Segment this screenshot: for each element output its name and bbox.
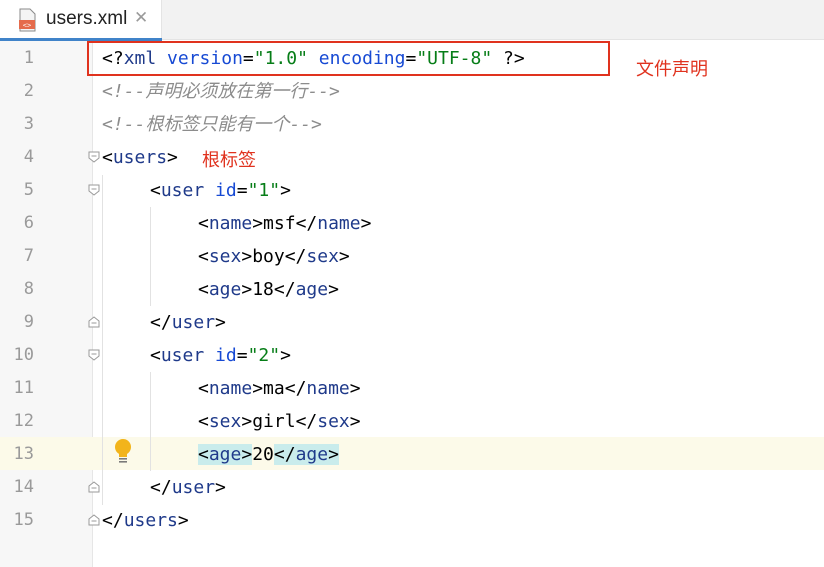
- tag-bracket: <: [150, 180, 161, 201]
- editor-tab-bar: <> users.xml ✕: [0, 0, 824, 41]
- tag-bracket: <: [102, 147, 113, 168]
- code-line-8[interactable]: <age>18</age>: [198, 273, 339, 306]
- root-tag-annotation: 根标签: [202, 150, 256, 171]
- tag-name: user: [171, 477, 216, 498]
- tag-name: name: [306, 378, 350, 399]
- line-number: 5: [23, 180, 34, 200]
- code-line-6[interactable]: <name>msf</name>: [198, 207, 371, 240]
- code-line-15[interactable]: </users>: [102, 504, 189, 537]
- tag-bracket: >: [280, 345, 291, 366]
- tag-name: age: [295, 444, 329, 465]
- close-icon[interactable]: ✕: [134, 8, 148, 28]
- tag-name: user: [160, 180, 205, 201]
- attr-value: "2": [247, 345, 281, 366]
- equals: =: [236, 345, 248, 366]
- code-line-11[interactable]: <name>ma</name>: [198, 372, 361, 405]
- line-number: 4: [23, 147, 34, 167]
- tag-name: user: [160, 345, 205, 366]
- attr-name: id: [215, 345, 237, 366]
- tag-name: sex: [208, 246, 242, 267]
- tag-bracket: </: [150, 312, 172, 333]
- tag-bracket: <: [150, 345, 161, 366]
- line-number: 11: [13, 378, 34, 398]
- tag-name: sex: [306, 246, 339, 267]
- lightbulb-icon[interactable]: [114, 438, 132, 464]
- svg-text:<>: <>: [23, 22, 31, 30]
- tab-users-xml[interactable]: <> users.xml ✕: [0, 0, 162, 41]
- tag-name: name: [208, 213, 253, 234]
- code-line-10[interactable]: <user id="2">: [150, 339, 291, 372]
- line-number: 1: [23, 48, 34, 68]
- line-number: 10: [13, 345, 34, 365]
- line-number: 6: [23, 213, 34, 233]
- code-line-7[interactable]: <sex>boy</sex>: [198, 240, 350, 273]
- code-line-12[interactable]: <sex>girl</sex>: [198, 405, 361, 438]
- declaration-highlight-box: [87, 41, 610, 76]
- tag-name: sex: [208, 411, 242, 432]
- code-line-9[interactable]: </user>: [150, 306, 226, 339]
- code-line-3[interactable]: <!--根标签只能有一个-->: [102, 108, 322, 141]
- tag-bracket: >: [280, 180, 291, 201]
- tag-name: age: [208, 444, 242, 465]
- indent-guide: [150, 372, 151, 471]
- tag-name: sex: [317, 411, 350, 432]
- tag-bracket: </: [150, 477, 172, 498]
- indent-guide: [102, 175, 103, 505]
- fold-collapse-icon[interactable]: [88, 349, 100, 361]
- code-line-13[interactable]: <age>20</age>: [198, 438, 339, 471]
- tag-name: users: [112, 147, 168, 168]
- code-line-2[interactable]: <!--声明必须放在第一行-->: [102, 75, 340, 108]
- code-line-5[interactable]: <user id="1">: [150, 174, 291, 207]
- line-number: 13: [13, 444, 34, 464]
- line-number: 14: [13, 477, 34, 497]
- matched-close-tag: </age>: [273, 444, 339, 465]
- fold-end-icon[interactable]: [88, 481, 100, 493]
- code-line-14[interactable]: </user>: [150, 471, 226, 504]
- tag-name: age: [208, 279, 242, 300]
- tag-bracket: >: [167, 147, 178, 168]
- xml-file-icon: <>: [19, 8, 36, 32]
- equals: =: [236, 180, 248, 201]
- line-number: 2: [23, 81, 34, 101]
- indent-guide: [150, 207, 151, 306]
- element-text: 20: [252, 444, 274, 465]
- line-number: 8: [23, 279, 34, 299]
- line-number: 3: [23, 114, 34, 134]
- element-text: ma: [263, 378, 285, 399]
- tag-name: age: [295, 279, 329, 300]
- tag-name: users: [123, 510, 178, 531]
- tag-bracket: >: [177, 510, 189, 531]
- declaration-annotation: 文件声明: [636, 59, 708, 80]
- line-number: 9: [23, 312, 34, 332]
- tab-title: users.xml: [46, 8, 128, 29]
- fold-end-icon[interactable]: [88, 514, 100, 526]
- tag-name: user: [171, 312, 216, 333]
- code-line-4[interactable]: <users>: [102, 141, 178, 174]
- element-text: girl: [252, 411, 296, 432]
- line-number: 7: [23, 246, 34, 266]
- tag-name: name: [208, 378, 253, 399]
- fold-collapse-icon[interactable]: [88, 151, 100, 163]
- tag-bracket: >: [215, 477, 226, 498]
- line-number: 12: [13, 411, 34, 431]
- element-text: 18: [252, 279, 274, 300]
- attr-name: id: [215, 180, 237, 201]
- element-text: boy: [252, 246, 285, 267]
- tag-name: name: [317, 213, 361, 234]
- matched-open-tag: <age>: [198, 444, 253, 465]
- line-number: 15: [13, 510, 34, 530]
- fold-end-icon[interactable]: [88, 316, 100, 328]
- tag-bracket: >: [215, 312, 226, 333]
- tag-bracket: </: [102, 510, 124, 531]
- element-text: msf: [263, 213, 296, 234]
- attr-value: "1": [247, 180, 281, 201]
- fold-collapse-icon[interactable]: [88, 184, 100, 196]
